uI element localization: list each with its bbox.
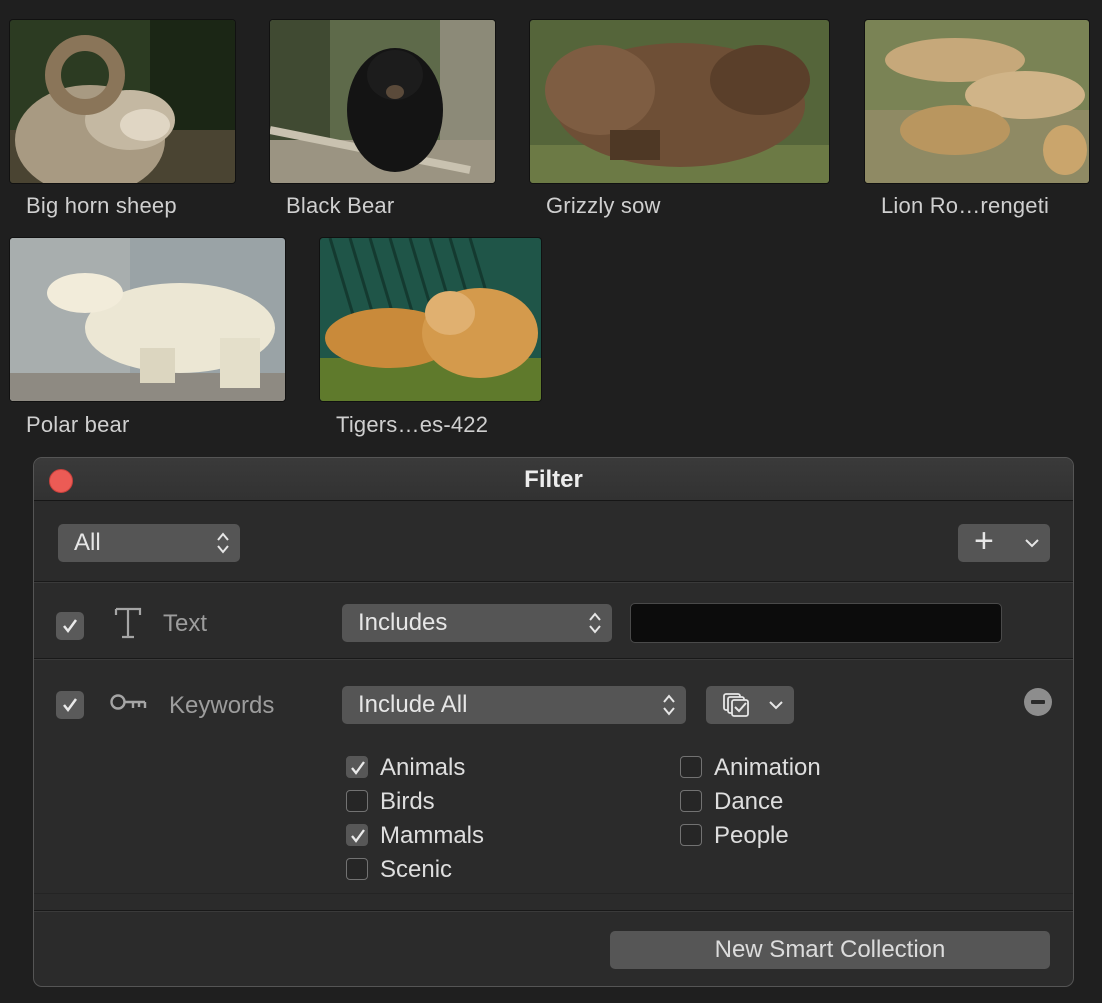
black-bear-thumbnail[interactable]: [270, 20, 495, 183]
chevron-down-icon: [769, 701, 783, 710]
clip-name: Big horn sheep: [26, 193, 177, 218]
clip-name: Lion Ro…rengeti: [881, 193, 1050, 218]
grizzly-thumbnail[interactable]: [530, 20, 829, 183]
text-operator-value: Includes: [358, 609, 448, 636]
match-popup-value: All: [74, 529, 101, 556]
text-rule-checkbox[interactable]: [56, 612, 84, 640]
keyword-label: Animals: [380, 754, 466, 781]
chevron-down-icon: [1025, 539, 1039, 548]
clip-name: Tigers…es-422: [336, 412, 489, 437]
keywords-rule-label: Keywords: [169, 692, 275, 719]
keyword-label: Dance: [714, 788, 784, 815]
keyword-checkbox[interactable]: [680, 824, 702, 846]
keyword-checkbox[interactable]: [346, 824, 368, 846]
keyword-checkbox[interactable]: [346, 858, 368, 880]
checkmark-icon: [63, 619, 78, 634]
checkmark-icon: [63, 698, 78, 713]
keywords-rule-checkbox[interactable]: [56, 691, 84, 719]
updown-arrows-icon: [589, 612, 601, 634]
keyword-operator-value: Include All: [358, 691, 468, 718]
close-button[interactable]: [49, 469, 73, 493]
updown-arrows-icon: [217, 532, 229, 554]
remove-rule-button[interactable]: [1024, 688, 1052, 716]
clip-name: Black Bear: [286, 193, 395, 218]
text-search-field[interactable]: [630, 603, 1002, 643]
updown-arrows-icon: [663, 694, 675, 716]
multi-select-icon: [723, 693, 749, 717]
keyword-label: Animation: [714, 754, 821, 781]
keyword-checkbox[interactable]: [346, 790, 368, 812]
keyword-checkbox[interactable]: [346, 756, 368, 778]
clip-name: Polar bear: [26, 412, 130, 437]
keyword-operator-popup[interactable]: Include All: [342, 686, 686, 724]
keyword-label: Mammals: [380, 822, 485, 849]
add-icon: +: [974, 522, 994, 560]
keyword-label: Scenic: [380, 856, 453, 883]
filter-titlebar: Filter: [34, 458, 1073, 501]
keyword-checkbox[interactable]: [680, 756, 702, 778]
tigers-thumbnail[interactable]: [320, 238, 541, 401]
clip-name: Grizzly sow: [546, 193, 661, 218]
text-operator-popup[interactable]: Includes: [342, 604, 612, 642]
sheep-thumbnail[interactable]: [10, 20, 235, 183]
key-icon: [110, 694, 147, 710]
text-type-icon: [114, 607, 142, 639]
checkmark-icon: [351, 829, 365, 843]
keyword-selection-popup[interactable]: [706, 686, 794, 724]
window-title: Filter: [524, 466, 583, 493]
add-rule-button[interactable]: +: [958, 522, 1050, 562]
polar-bear-thumbnail[interactable]: [10, 238, 285, 401]
checkmark-icon: [351, 761, 365, 775]
match-popup[interactable]: All: [58, 524, 240, 562]
text-rule-label: Text: [163, 610, 208, 637]
keyword-label: People: [714, 822, 789, 849]
keyword-checkbox[interactable]: [680, 790, 702, 812]
keyword-label: Birds: [380, 788, 435, 815]
new-smart-collection-button[interactable]: New Smart Collection: [610, 931, 1050, 969]
filter-window: Filter All + Text Includes Keywords Incl…: [33, 457, 1074, 987]
lions-thumbnail[interactable]: [865, 20, 1089, 183]
